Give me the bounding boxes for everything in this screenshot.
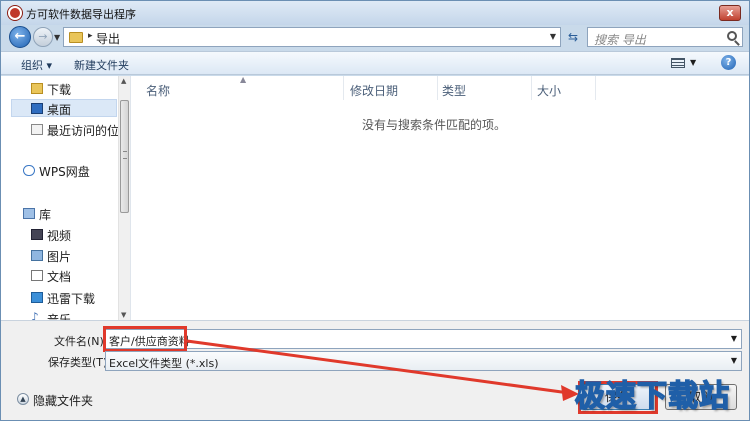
- recent-icon: [31, 124, 43, 135]
- filename-input[interactable]: 客户/供应商资料 ▼: [105, 329, 742, 349]
- filetype-select[interactable]: Excel文件类型 (*.xls) ▼: [105, 351, 742, 371]
- navigation-bar: ← → ▼ ▸ 导出 ▼ ⇆ 搜索 导出: [1, 25, 749, 49]
- filetype-label: 保存类型(T):: [48, 356, 112, 369]
- column-label: 类型: [442, 84, 467, 98]
- image-icon: [31, 250, 43, 261]
- document-icon: [31, 270, 43, 281]
- scrollbar-thumb[interactable]: [120, 100, 129, 213]
- thunder-icon: [31, 292, 43, 303]
- sidebar-item-label: 音乐: [47, 313, 72, 320]
- column-label: 大小: [537, 84, 562, 98]
- save-dialog: 方可软件数据导出程序 x ← → ▼ ▸ 导出 ▼ ⇆ 搜索 导出 组织 ▾ 新…: [0, 0, 750, 421]
- folder-icon: [31, 83, 43, 94]
- cloud-icon: [23, 165, 35, 176]
- view-options-icon[interactable]: [671, 58, 685, 68]
- search-input[interactable]: 搜索 导出: [587, 27, 743, 47]
- video-icon: [31, 229, 43, 240]
- recent-locations-chevron-icon[interactable]: ▼: [54, 33, 60, 42]
- desktop-icon: [31, 103, 43, 114]
- title-bar[interactable]: 方可软件数据导出程序 x: [1, 1, 749, 25]
- close-button[interactable]: x: [719, 5, 741, 21]
- watermark: 极速下载站: [574, 378, 730, 415]
- sidebar-item-label: 迅雷下载: [47, 292, 96, 306]
- sidebar-item-label: 图片: [47, 250, 72, 264]
- sidebar-item-label: 下载: [47, 83, 72, 97]
- address-dropdown-icon[interactable]: ▼: [550, 32, 556, 41]
- sidebar-item-label: 库: [39, 208, 52, 222]
- sidebar-item-label: 视频: [47, 229, 72, 243]
- library-icon: [23, 208, 35, 219]
- organize-button[interactable]: 组织 ▾: [21, 57, 52, 73]
- file-list[interactable]: ▲ 名称 修改日期 类型 大小 没有与搜索条件匹配的项。: [132, 75, 749, 320]
- folder-icon: [69, 32, 83, 43]
- sidebar-item-label: 桌面: [47, 103, 72, 117]
- chevron-up-icon: ▲: [17, 393, 29, 405]
- window-title: 方可软件数据导出程序: [26, 8, 136, 21]
- filetype-value: Excel文件类型 (*.xls): [109, 357, 219, 370]
- column-header-date[interactable]: 修改日期: [344, 76, 438, 100]
- address-text[interactable]: 导出: [96, 30, 120, 47]
- filename-label: 文件名(N):: [54, 335, 108, 348]
- music-icon: ♪: [31, 310, 39, 320]
- filetype-dropdown-icon[interactable]: ▼: [731, 356, 737, 365]
- column-label: 修改日期: [350, 84, 399, 98]
- back-arrow-icon[interactable]: ←: [9, 26, 31, 48]
- sidebar-item-desktop[interactable]: 桌面: [11, 99, 117, 117]
- column-label: 名称: [146, 84, 171, 98]
- browser-area: 下载 桌面 最近访问的位 WPS网盘 库 视频 图片 文档 迅雷下载 ♪ 音乐 …: [1, 75, 749, 320]
- view-dropdown-icon[interactable]: ▼: [690, 58, 696, 67]
- sidebar-item-label: WPS网盘: [39, 165, 90, 179]
- breadcrumb-chevron-icon[interactable]: ▸: [88, 31, 93, 41]
- column-header-size[interactable]: 大小: [532, 76, 596, 100]
- filename-highlight: [103, 326, 187, 352]
- search-placeholder: 搜索 导出: [594, 33, 646, 47]
- sort-ascending-icon: ▲: [240, 75, 247, 84]
- search-icon[interactable]: [727, 31, 737, 41]
- sidebar-scrollbar[interactable]: ▲ ▼: [118, 76, 130, 320]
- address-bar[interactable]: ▸ 导出 ▼: [63, 27, 561, 47]
- grip-icon: [123, 151, 127, 159]
- new-folder-button[interactable]: 新建文件夹: [74, 57, 129, 73]
- command-toolbar: 组织 ▾ 新建文件夹 ▼ ?: [1, 51, 749, 75]
- hide-folders-label: 隐藏文件夹: [33, 394, 94, 408]
- scroll-down-icon[interactable]: ▼: [121, 311, 126, 319]
- column-header-type[interactable]: 类型: [438, 76, 532, 100]
- refresh-icon[interactable]: ⇆: [563, 27, 583, 47]
- sidebar-item-label: 最近访问的位: [47, 124, 120, 138]
- navigation-pane: 下载 桌面 最近访问的位 WPS网盘 库 视频 图片 文档 迅雷下载 ♪ 音乐 …: [1, 76, 131, 320]
- empty-message: 没有与搜索条件匹配的项。: [362, 118, 507, 132]
- sidebar-item-label: 文档: [47, 270, 72, 284]
- filename-dropdown-icon[interactable]: ▼: [731, 334, 737, 343]
- help-icon[interactable]: ?: [721, 55, 736, 70]
- column-header-name[interactable]: ▲ 名称: [132, 75, 344, 100]
- forward-arrow-icon[interactable]: →: [33, 27, 53, 47]
- app-icon: [8, 6, 22, 20]
- scroll-up-icon[interactable]: ▲: [121, 77, 126, 85]
